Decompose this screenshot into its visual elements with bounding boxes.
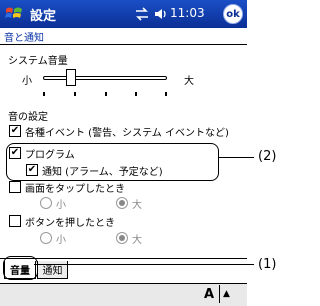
callout-box-tab [3,256,38,280]
callout-leader-line [34,264,254,265]
button-press-checkbox[interactable] [9,215,21,227]
screen-tap-radio-group: 小 大 [40,196,192,211]
button-press-loud-radio[interactable] [116,232,128,244]
screen-tap-checkbox[interactable] [9,181,21,193]
title-bar: 設定 11:03 ok [0,0,247,28]
sound-settings-label: 音の設定 [8,112,48,123]
speaker-icon[interactable] [154,7,168,21]
slider-tick [74,92,76,96]
app-title: 設定 [30,9,57,24]
clock[interactable]: 11:03 [170,6,205,20]
connectivity-icon[interactable] [134,7,150,21]
screen-tap-row[interactable]: 画面をタップしたとき [9,180,125,195]
windows-start-icon[interactable] [3,3,25,25]
volume-slider-track[interactable] [43,76,167,80]
events-label: 各種イベント (警告、システム イベントなど) [25,127,229,139]
slider-tick [165,92,167,96]
slider-tick [105,92,107,96]
callout-label-1: (1) [258,257,277,272]
input-panel-arrow-icon[interactable]: ▲ [219,285,233,303]
volume-max-label: 大 [184,76,194,87]
button-press-soft-label: 小 [56,234,66,246]
button-press-soft-radio[interactable] [40,232,52,244]
system-volume-label: システム音量 [8,56,68,67]
slider-tick [135,92,137,96]
button-press-radio-group: 小 大 [40,231,192,246]
screen-tap-label: 画面をタップしたとき [25,183,125,195]
events-row[interactable]: ✔ 各種イベント (警告、システム イベントなど) [9,124,229,139]
volume-min-label: 小 [22,76,32,87]
page-title: 音と通知 [4,33,44,44]
callout-leader-line [219,157,254,158]
button-press-label: ボタンを押したとき [25,217,115,229]
header-divider [0,44,247,45]
button-press-loud-label: 大 [132,234,142,246]
screen-tap-soft-label: 小 [56,199,66,211]
callout-box-programs [6,143,219,181]
ok-button[interactable]: ok [223,4,243,24]
slider-tick [43,92,45,96]
events-checkbox[interactable]: ✔ [9,125,21,137]
input-panel-button[interactable]: A [204,287,214,302]
screen-tap-loud-label: 大 [132,199,142,211]
screen-tap-soft-radio[interactable] [40,197,52,209]
volume-slider-thumb[interactable] [65,69,76,86]
button-press-row[interactable]: ボタンを押したとき [9,214,115,229]
screen-tap-loud-radio[interactable] [116,197,128,209]
callout-label-2: (2) [258,149,277,164]
